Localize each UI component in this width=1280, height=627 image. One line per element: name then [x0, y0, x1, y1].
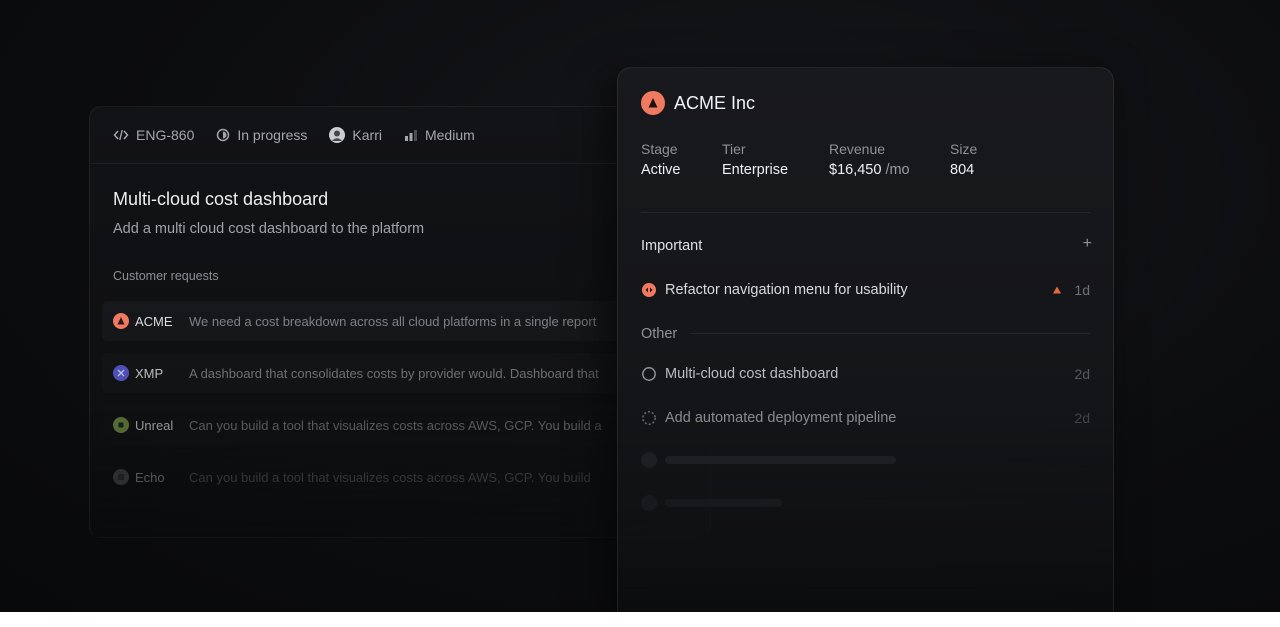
- stat-tier: Tier Enterprise: [722, 141, 788, 178]
- echo-logo-icon: [113, 469, 129, 485]
- customer-header: ACME Inc: [641, 91, 755, 115]
- app-canvas: ENG-860 In progress Karri Medium Multi-c…: [0, 0, 1280, 612]
- avatar: [329, 127, 346, 143]
- revenue-unit: /mo: [885, 162, 910, 178]
- important-heading: Important: [641, 238, 703, 254]
- request-text: A dashboard that consolidates costs by p…: [189, 365, 599, 381]
- other-heading: Other: [641, 326, 678, 342]
- request-text: Can you build a tool that visualizes cos…: [189, 417, 602, 433]
- urgent-priority-icon: [1053, 286, 1062, 294]
- request-customer: XMP: [135, 365, 164, 381]
- skeleton-dot: [641, 495, 657, 511]
- unreal-logo-icon: [113, 417, 129, 433]
- stat-label: Size: [950, 141, 978, 157]
- stat-size: Size 804: [950, 141, 977, 178]
- todo-circle-icon: [642, 367, 656, 381]
- issue-item[interactable]: Refactor navigation menu for usability 1…: [641, 279, 1090, 301]
- stat-label: Revenue: [829, 141, 886, 157]
- assignee-chip[interactable]: Karri: [329, 127, 382, 143]
- skeleton-dot: [641, 452, 657, 468]
- revenue-amount: $16,450: [829, 162, 882, 178]
- skeleton-bar: [665, 499, 782, 507]
- request-text: We need a cost breakdown across all clou…: [189, 313, 597, 329]
- divider: [690, 333, 1090, 334]
- issue-item-title: Add automated deployment pipeline: [665, 410, 897, 426]
- issue-item-age: 2d: [1074, 410, 1090, 426]
- divider: [641, 212, 1090, 213]
- customer-card: ACME Inc Stage Active Tier Enterprise Re…: [617, 67, 1114, 612]
- issue-item-age: 2d: [1074, 366, 1090, 382]
- status-label: In progress: [237, 127, 308, 143]
- issue-title[interactable]: Multi-cloud cost dashboard: [113, 189, 328, 210]
- request-customer: Unreal: [135, 417, 174, 433]
- request-customer: ACME: [135, 313, 173, 329]
- issue-id: ENG-860: [136, 127, 195, 143]
- issue-item-title: Refactor navigation menu for usability: [665, 282, 908, 298]
- issue-description[interactable]: Add a multi cloud cost dashboard to the …: [113, 221, 424, 237]
- loading-skeleton-row: [641, 452, 896, 468]
- stat-value[interactable]: $16,450 /mo: [829, 162, 910, 178]
- customer-requests-heading: Customer requests: [113, 269, 219, 283]
- assignee-name: Karri: [352, 127, 382, 143]
- issue-item[interactable]: Add automated deployment pipeline 2d: [641, 407, 1090, 429]
- acme-logo-icon: [641, 91, 665, 115]
- request-text: Can you build a tool that visualizes cos…: [189, 469, 591, 485]
- stat-value[interactable]: 804: [950, 162, 977, 178]
- in-progress-icon: [642, 283, 656, 297]
- priority-label: Medium: [424, 127, 475, 143]
- request-customer: Echo: [135, 469, 165, 485]
- stat-value[interactable]: Active: [641, 162, 681, 178]
- issue-item[interactable]: Multi-cloud cost dashboard 2d: [641, 363, 1090, 385]
- acme-logo-icon: [113, 313, 129, 329]
- customer-name[interactable]: ACME Inc: [674, 93, 755, 114]
- in-progress-icon: [217, 128, 230, 142]
- priority-chip[interactable]: Medium: [404, 127, 475, 143]
- stat-value[interactable]: Enterprise: [722, 162, 788, 178]
- stat-stage: Stage Active: [641, 141, 681, 178]
- code-icon: [113, 129, 129, 141]
- backlog-circle-icon: [642, 411, 656, 425]
- status-chip[interactable]: In progress: [216, 127, 307, 143]
- stat-revenue: Revenue $16,450 /mo: [829, 141, 910, 178]
- xmp-logo-icon: [113, 365, 129, 381]
- skeleton-bar: [665, 456, 896, 464]
- issue-item-title: Multi-cloud cost dashboard: [665, 366, 839, 382]
- stat-label: Tier: [722, 141, 746, 157]
- add-button[interactable]: +: [1083, 236, 1092, 252]
- loading-skeleton-row: [641, 495, 782, 511]
- signal-bars-icon: [404, 130, 417, 141]
- stat-label: Stage: [641, 141, 678, 157]
- issue-id-chip[interactable]: ENG-860: [113, 127, 194, 143]
- issue-item-age: 1d: [1074, 282, 1090, 298]
